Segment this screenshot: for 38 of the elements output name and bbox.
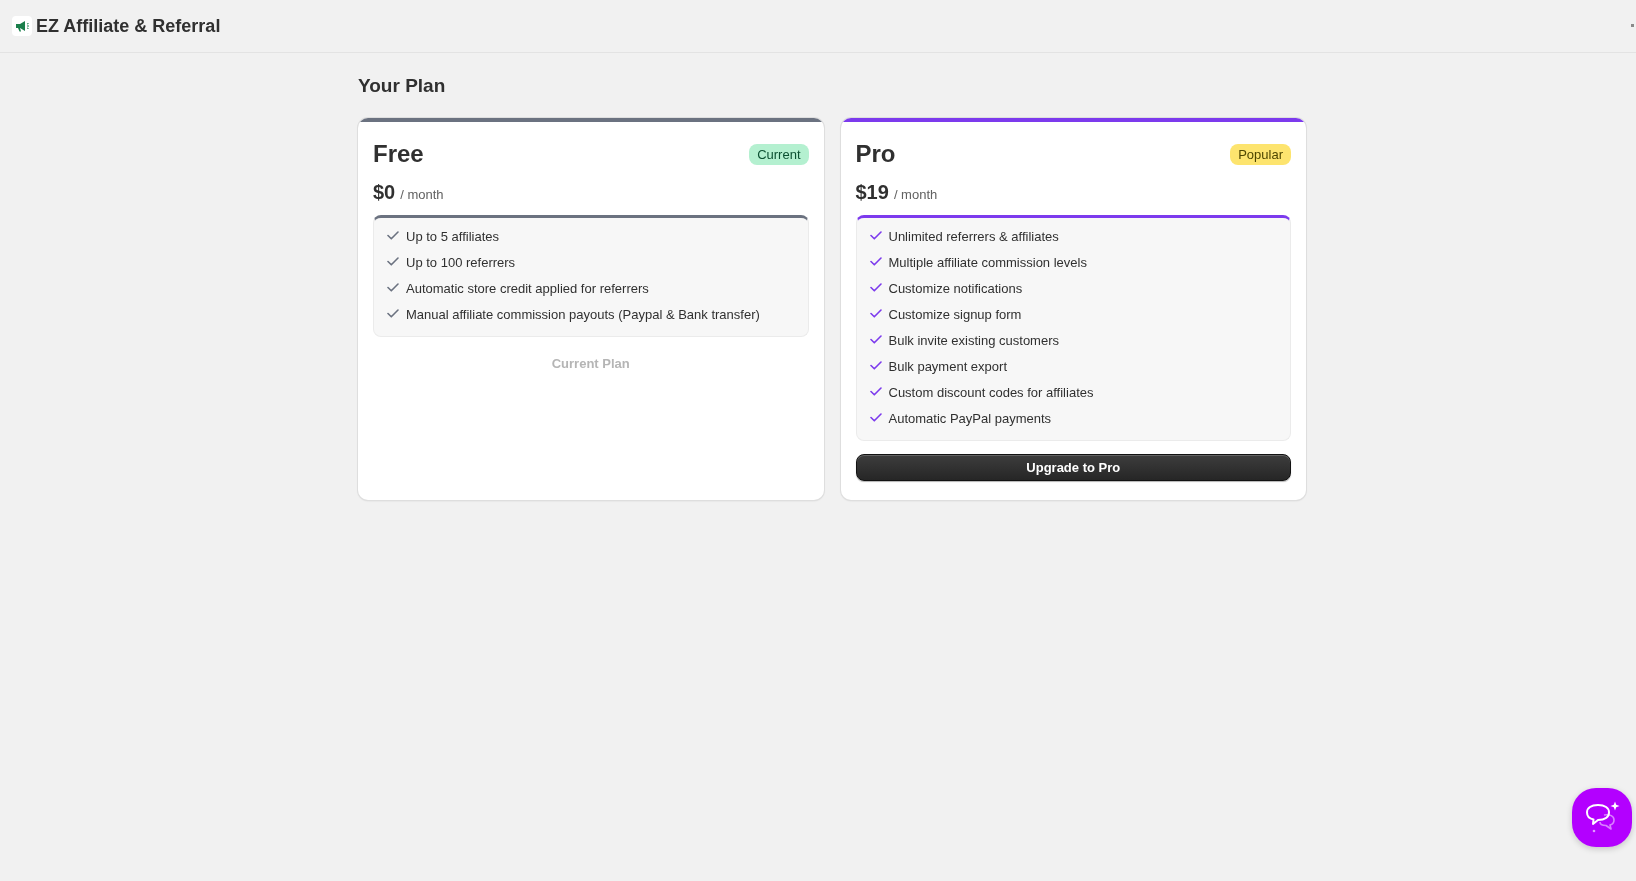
check-icon — [869, 257, 882, 266]
check-icon — [869, 335, 882, 344]
page-title: Your Plan — [358, 74, 447, 98]
plan-badge: Current — [749, 143, 809, 165]
chat-launcher-button[interactable] — [1572, 788, 1632, 847]
feature-text: Bulk payment export — [888, 358, 1007, 376]
feature-text: Customize signup form — [888, 306, 1022, 324]
check-icon — [869, 231, 882, 240]
check-icon — [869, 413, 882, 422]
feature-text: Up to 5 affiliates — [406, 228, 499, 246]
check-icon — [387, 309, 399, 318]
chat-sparkle-icon — [1584, 800, 1620, 835]
plan-price: $0 — [373, 180, 396, 204]
plan-name: Free — [373, 139, 424, 169]
check-icon — [869, 309, 882, 318]
feature-text: Automatic PayPal payments — [888, 410, 1052, 428]
feature-text: Automatic store credit applied for referrers — [406, 280, 649, 298]
check-icon — [387, 283, 399, 292]
plan-badge: Popular — [1230, 143, 1291, 165]
feature-text: Multiple affiliate commission levels — [888, 254, 1087, 272]
feature-text: Custom discount codes for affiliates — [888, 384, 1094, 402]
feature-text: Unlimited referrers & affiliates — [888, 228, 1059, 246]
plan-price: $19 — [855, 180, 889, 204]
feature-text: Bulk invite existing customers — [888, 332, 1059, 350]
upgrade-button[interactable]: Upgrade to Pro — [855, 454, 1291, 481]
check-icon — [387, 231, 399, 240]
feature-text: Up to 100 referrers — [406, 254, 516, 272]
megaphone-logo-icon — [12, 16, 32, 36]
check-icon — [869, 283, 882, 292]
plan-name: Pro — [855, 139, 896, 169]
price-period: / month — [400, 187, 444, 202]
feature-text: Manual affiliate commission payouts (Paypal & Bank transfer) — [406, 306, 760, 324]
feature-text: Customize notifications — [888, 280, 1023, 298]
price-period: / month — [893, 187, 938, 202]
check-icon — [869, 387, 882, 396]
check-icon — [869, 361, 882, 370]
check-icon — [387, 257, 399, 266]
app-title: EZ Affiliate & Referral — [36, 15, 221, 37]
